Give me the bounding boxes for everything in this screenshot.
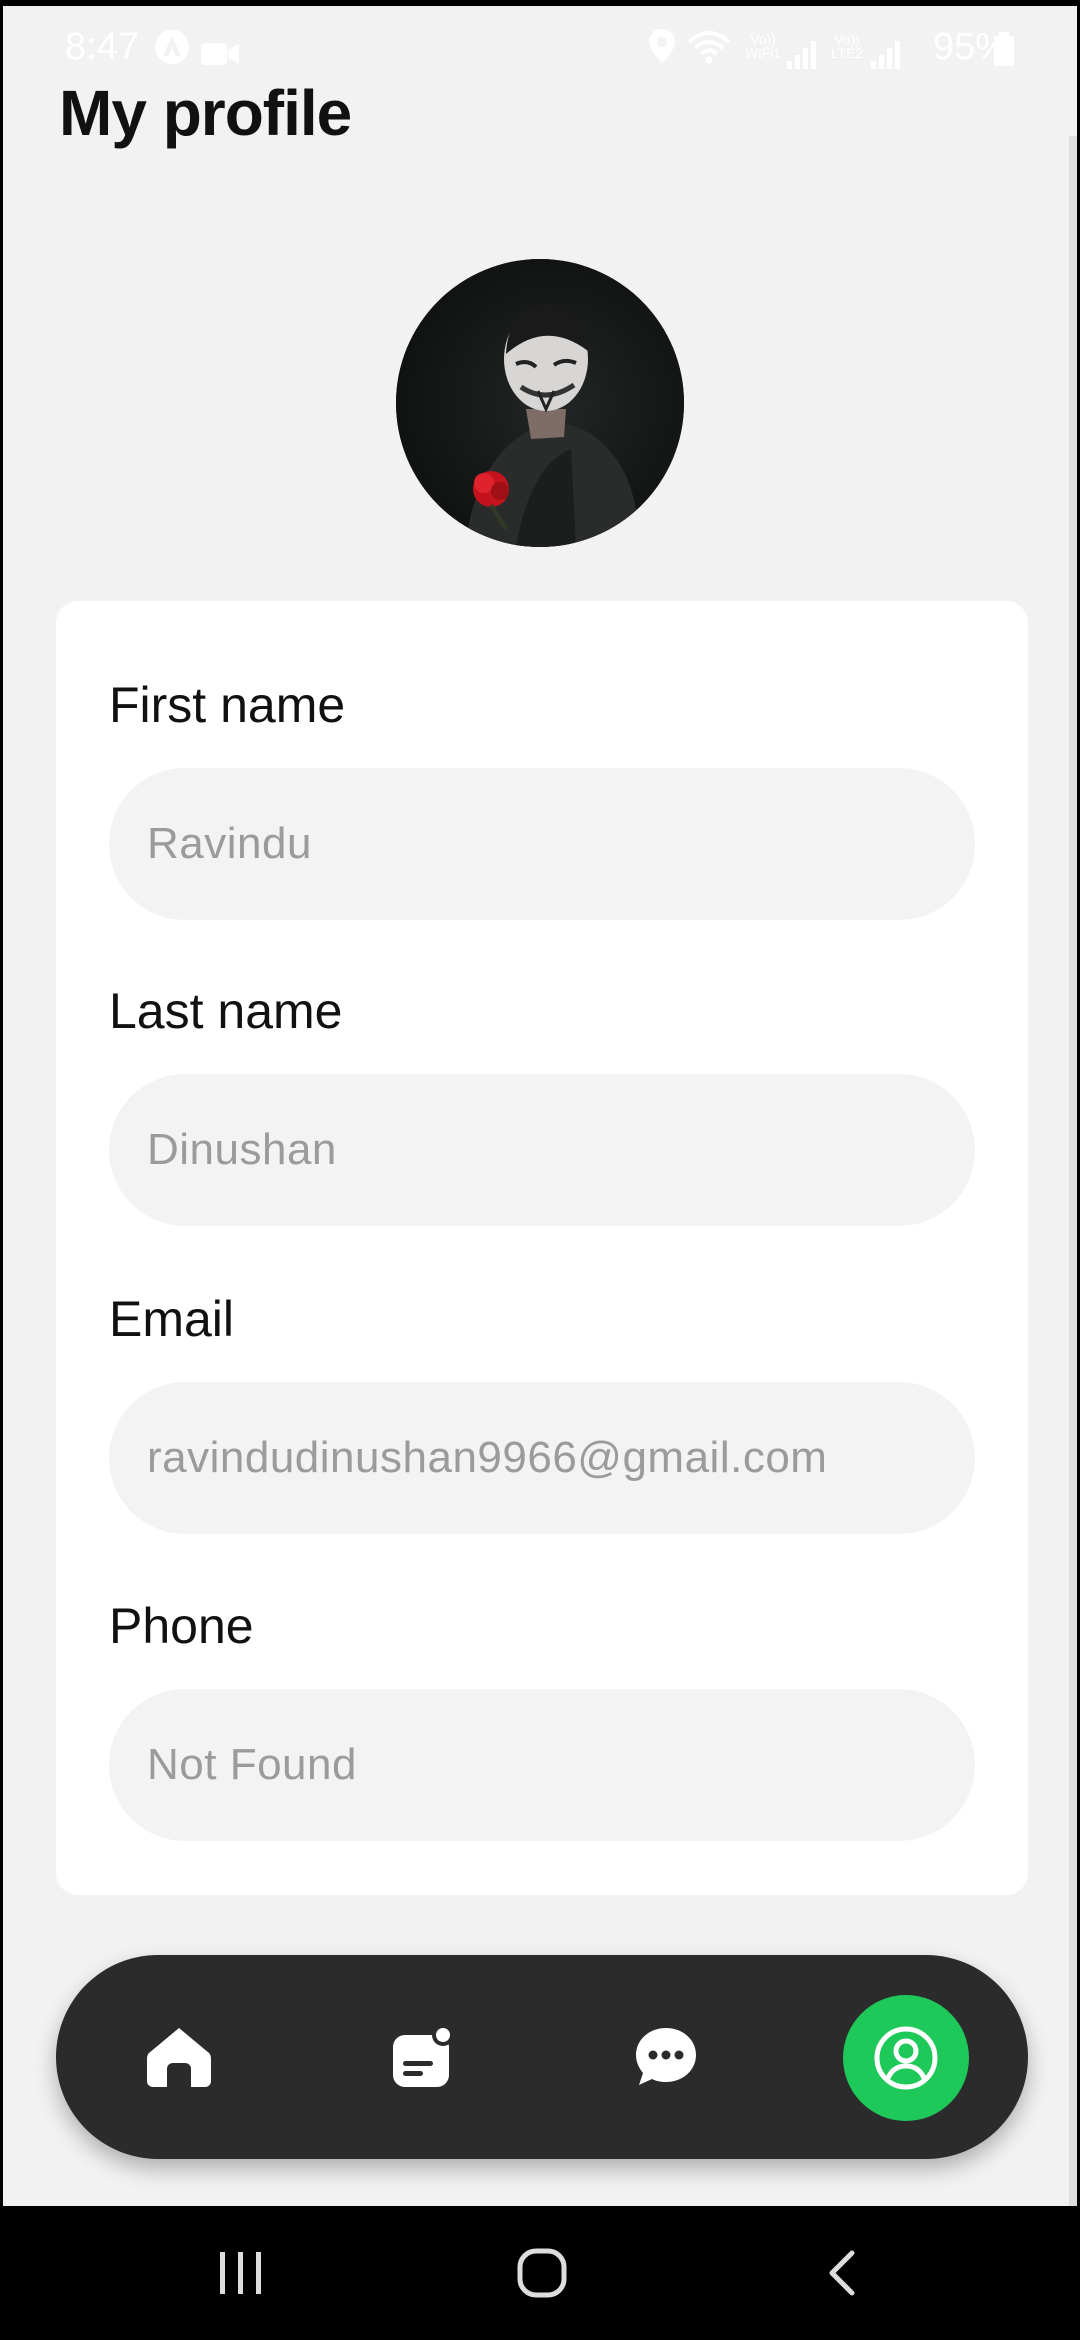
sim2-label: Vo)) LTE2 [830, 31, 864, 61]
profile-icon [874, 2026, 938, 2090]
profile-avatar[interactable] [396, 259, 684, 547]
nav-notes-button[interactable] [363, 1955, 483, 2159]
notes-icon [393, 2025, 454, 2087]
system-home-button[interactable] [497, 2238, 587, 2308]
first-name-field[interactable]: Ravindu [109, 768, 975, 920]
status-bar: 8:47 Vo)) WiFi1 Vo)) LTE2 95% [3, 6, 1077, 86]
last-name-field[interactable]: Dinushan [109, 1074, 975, 1226]
chat-icon [636, 2028, 696, 2085]
recent-apps-icon [220, 2252, 261, 2294]
email-label: Email [109, 1291, 235, 1347]
signal-icon-sim2 [871, 36, 901, 78]
home-circle-icon [517, 2248, 567, 2298]
app-notification-icon [153, 28, 191, 75]
system-back-button[interactable] [797, 2238, 887, 2308]
back-icon [829, 2250, 855, 2296]
location-icon [648, 28, 676, 73]
avatar-image [396, 259, 684, 547]
sim1-label: Vo)) WiFi1 [745, 31, 781, 61]
nav-profile-button[interactable] [843, 1995, 969, 2121]
video-recording-icon [200, 34, 240, 76]
page-title: My profile [59, 77, 352, 149]
bottom-nav-bar [56, 1955, 1028, 2159]
email-field[interactable]: ravindudinushan9966@gmail.com [109, 1382, 975, 1534]
last-name-label: Last name [109, 983, 343, 1039]
nav-chat-button[interactable] [606, 1955, 726, 2159]
app-screen: 8:47 Vo)) WiFi1 Vo)) LTE2 95% My profile [3, 6, 1077, 2206]
first-name-label: First name [109, 677, 346, 733]
nav-home-button[interactable] [119, 1955, 239, 2159]
phone-field[interactable]: Not Found [109, 1689, 975, 1841]
scrollbar-track[interactable] [1069, 136, 1077, 2206]
email-value: ravindudinushan9966@gmail.com [147, 1433, 828, 1482]
signal-icon-sim1 [787, 36, 817, 78]
wifi-icon [687, 30, 731, 73]
system-navigation-bar [0, 2208, 1080, 2340]
phone-value: Not Found [147, 1740, 357, 1789]
recent-apps-button[interactable] [196, 2238, 286, 2308]
last-name-value: Dinushan [147, 1125, 337, 1174]
first-name-value: Ravindu [147, 819, 312, 868]
status-time: 8:47 [65, 26, 139, 68]
home-icon [147, 2028, 211, 2087]
battery-icon [993, 32, 1015, 75]
phone-label: Phone [109, 1598, 254, 1654]
profile-card: First name Ravindu Last name Dinushan Em… [56, 601, 1028, 1895]
